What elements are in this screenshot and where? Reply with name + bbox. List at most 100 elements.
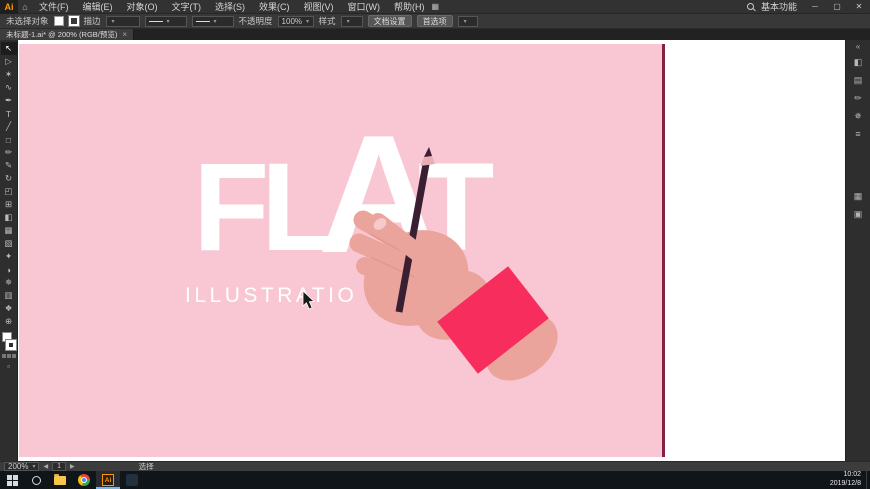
paintbrush-tool[interactable]: ✏ — [1, 146, 17, 159]
menu-item-type[interactable]: 文字(T) — [165, 0, 209, 14]
artboards-panel[interactable]: ▣ — [850, 207, 867, 221]
home-icon[interactable]: ⌂ — [18, 2, 32, 12]
search-icon[interactable] — [746, 3, 754, 10]
folder-icon — [54, 473, 66, 485]
mesh-tool[interactable]: ▦ — [1, 224, 17, 237]
artwork-svg: F L A T ILLUSTRATIO N — [19, 44, 665, 457]
app-icon — [126, 474, 138, 486]
pencil-tool-icon: ✎ — [4, 160, 13, 170]
color-panel[interactable]: ◧ — [850, 55, 867, 69]
artboard-number-field[interactable]: 1 — [52, 462, 67, 471]
menu-item-object[interactable]: 对象(O) — [120, 0, 165, 14]
start-button[interactable] — [0, 471, 24, 489]
windows-logo-icon — [6, 474, 18, 486]
eyedropper-tool[interactable]: ✦ — [1, 250, 17, 263]
selection-tool[interactable]: ↖ — [0, 42, 17, 55]
document-tab[interactable]: 未标题-1.ai* @ 200% (RGB/预览) × — [0, 29, 135, 40]
opacity-dropdown[interactable]: 100% — [277, 15, 314, 27]
menu-item-file[interactable]: 文件(F) — [32, 0, 76, 14]
graph-tool[interactable]: ▥ — [1, 289, 17, 302]
scale-tool[interactable]: ◰ — [1, 185, 17, 198]
stroke-indicator[interactable] — [4, 339, 17, 351]
align-dropdown[interactable] — [457, 15, 478, 27]
menu-item-effect[interactable]: 效果(C) — [252, 0, 297, 14]
lasso-tool[interactable]: ∿ — [1, 81, 17, 94]
gradient-tool[interactable]: ▧ — [1, 237, 17, 250]
show-desktop-button[interactable] — [866, 471, 870, 489]
chrome-button[interactable] — [72, 471, 96, 489]
taskbar-clock[interactable]: 10:02 2019/12/8 — [830, 471, 866, 489]
line-tool[interactable]: ╱ — [1, 120, 17, 133]
stroke-weight-dropdown[interactable] — [105, 15, 140, 27]
previous-artboard-icon[interactable]: ◀ — [43, 463, 48, 470]
style-label: 样式 — [318, 16, 336, 26]
workspace-switcher[interactable]: 基本功能 — [761, 0, 797, 13]
arrange-documents-icon[interactable]: ▦ — [432, 2, 440, 11]
minimize-button[interactable]: ─ — [804, 0, 826, 14]
rectangle-tool[interactable]: □ — [1, 133, 17, 146]
pen-tool[interactable]: ✒ — [1, 94, 17, 107]
style-dropdown[interactable] — [340, 15, 363, 27]
file-explorer-button[interactable] — [48, 471, 72, 489]
zoom-level-dropdown[interactable]: 200% — [4, 462, 40, 471]
layers-panel-icon: ▦ — [853, 190, 863, 201]
zoom-tool[interactable]: ⊕ — [1, 315, 17, 328]
hand-tool[interactable]: ❖ — [1, 302, 17, 315]
document-tab-bar: 未标题-1.ai* @ 200% (RGB/预览) × — [0, 29, 870, 40]
pencil-tool[interactable]: ✎ — [1, 159, 17, 172]
menu-item-view[interactable]: 视图(V) — [297, 0, 341, 14]
line-tool-icon: ╱ — [5, 121, 12, 131]
next-artboard-icon[interactable]: ▶ — [70, 463, 75, 470]
subtitle-text: ILLUSTRATIO N — [185, 284, 385, 307]
brushes-panel-icon: ✏ — [854, 92, 862, 103]
symbol-sprayer-tool[interactable]: ✵ — [1, 276, 17, 289]
search-taskbar-button[interactable] — [24, 471, 48, 489]
brushes-panel[interactable]: ✏ — [850, 91, 867, 105]
swatches-panel[interactable]: ▤ — [850, 73, 867, 87]
chrome-icon — [78, 474, 90, 486]
layers-panel[interactable]: ▦ — [850, 189, 867, 203]
rectangle-tool-icon: □ — [5, 134, 12, 145]
dock-expand-icon[interactable]: « — [856, 42, 860, 51]
hand-tool-icon: ❖ — [4, 303, 13, 313]
type-tool-icon: T — [5, 108, 12, 119]
document-setup-button[interactable]: 文档设置 — [367, 15, 412, 27]
preferences-button[interactable]: 首选项 — [416, 15, 453, 27]
menu-item-select[interactable]: 选择(S) — [208, 0, 252, 14]
canvas-area[interactable]: F L A T ILLUSTRATIO N — [18, 40, 845, 461]
menu-item-help[interactable]: 帮助(H) — [387, 0, 432, 14]
rotate-tool[interactable]: ↻ — [1, 172, 17, 185]
close-button[interactable]: ✕ — [848, 0, 870, 14]
menu-item-edit[interactable]: 编辑(E) — [76, 0, 120, 14]
drawing-mode-buttons[interactable] — [1, 354, 16, 358]
symbols-panel[interactable]: ✵ — [850, 109, 867, 123]
shape-builder-tool[interactable]: ◧ — [1, 211, 17, 224]
fill-color-swatch[interactable] — [53, 16, 64, 26]
menu-item-window[interactable]: 窗口(W) — [341, 0, 388, 14]
type-tool[interactable]: T — [1, 107, 17, 120]
tab-close-icon[interactable]: × — [122, 30, 127, 39]
stroke-color-swatch[interactable] — [67, 15, 80, 27]
magic-wand-tool-icon: ✶ — [4, 69, 13, 79]
mesh-tool-icon: ▦ — [4, 225, 13, 235]
app-logo-icon: Ai — [0, 0, 18, 14]
width-profile-dropdown[interactable] — [144, 15, 187, 27]
screen-mode-icon[interactable]: ▫ — [7, 362, 10, 371]
windows-taskbar: Ai 10:02 2019/12/8 — [0, 471, 870, 489]
free-transform-tool[interactable]: ⊞ — [1, 198, 17, 211]
direct-selection-tool-icon: ▷ — [5, 56, 12, 66]
direct-selection-tool[interactable]: ▷ — [1, 55, 17, 68]
magic-wand-tool[interactable]: ✶ — [1, 68, 17, 81]
illustrator-taskbar-button[interactable]: Ai — [96, 471, 120, 489]
app-taskbar-button[interactable] — [120, 471, 144, 489]
stroke-panel[interactable]: ≡ — [850, 127, 867, 141]
free-transform-tool-icon: ⊞ — [4, 199, 13, 209]
symbols-panel-icon: ✵ — [854, 110, 862, 121]
graph-tool-icon: ▥ — [4, 290, 13, 300]
maximize-button[interactable]: ▢ — [826, 0, 848, 14]
stroke-panel-icon: ≡ — [855, 129, 861, 139]
fill-stroke-indicator[interactable] — [1, 332, 17, 351]
gradient-tool-icon: ▧ — [4, 238, 13, 248]
blend-tool[interactable]: ◑ — [1, 263, 17, 276]
brush-definition-dropdown[interactable] — [191, 15, 234, 27]
